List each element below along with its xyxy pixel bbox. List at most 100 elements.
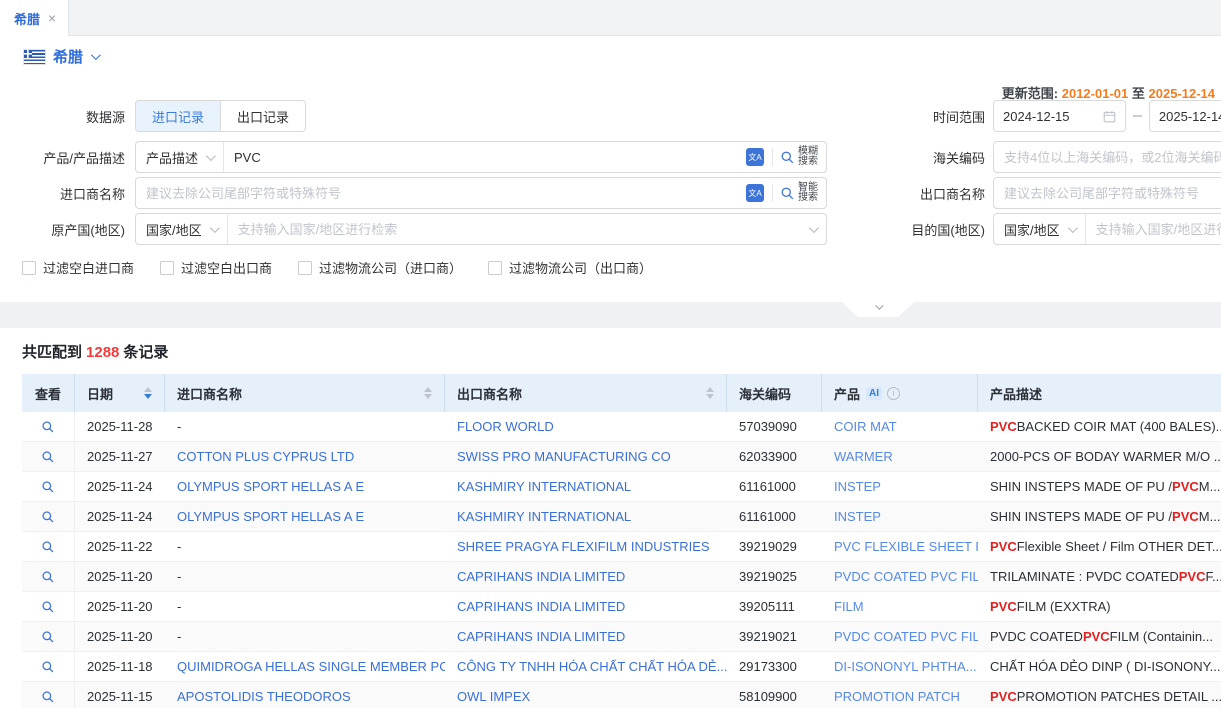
product-link[interactable]: PROMOTION PATCH: [834, 689, 960, 704]
dest-country-select[interactable]: 国家/地区: [994, 214, 1086, 244]
exporter-cell[interactable]: FLOOR WORLD: [445, 412, 727, 442]
col-hs-code: 海关编码: [727, 374, 822, 412]
checkbox-filter-blank-importer[interactable]: 过滤空白进口商: [22, 258, 134, 277]
translate-icon[interactable]: 文A: [746, 148, 764, 166]
importer-link[interactable]: APOSTOLIDIS THEODOROS: [177, 689, 351, 704]
product-type-select[interactable]: 产品描述: [136, 142, 224, 172]
date-to-picker[interactable]: 2025-12-14: [1149, 100, 1221, 132]
product-link[interactable]: PVDC COATED PVC FIL...: [834, 629, 978, 644]
importer-link[interactable]: QUIMIDROGA HELLAS SINGLE MEMBER PC: [177, 659, 445, 674]
checkbox-filter-blank-exporter[interactable]: 过滤空白出口商: [160, 258, 272, 277]
origin-country-select[interactable]: 国家/地区: [136, 214, 228, 244]
col-exporter[interactable]: 出口商名称: [445, 374, 727, 412]
view-button[interactable]: [41, 450, 55, 464]
view-button[interactable]: [41, 420, 55, 434]
product-link[interactable]: INSTEP: [834, 509, 881, 524]
hs-code-input[interactable]: [994, 142, 1221, 172]
sort-icon[interactable]: [424, 387, 434, 399]
product-link[interactable]: INSTEP: [834, 479, 881, 494]
exporter-link[interactable]: CAPRIHANS INDIA LIMITED: [457, 629, 625, 644]
exporter-cell[interactable]: SWISS PRO MANUFACTURING CO: [445, 442, 727, 472]
close-icon[interactable]: ×: [48, 11, 56, 25]
date-from-picker[interactable]: 2024-12-15: [993, 100, 1126, 132]
product-link[interactable]: FILM: [834, 599, 864, 614]
description-cell: CHẤT HÓA DẺO DINP ( DI-ISONONY...: [978, 652, 1221, 682]
product-cell[interactable]: PROMOTION PATCH: [822, 682, 978, 708]
view-cell: [22, 532, 75, 562]
importer-input[interactable]: [136, 178, 746, 208]
tab-greece[interactable]: 希腊 ×: [0, 0, 69, 36]
origin-country-input[interactable]: [228, 214, 805, 244]
product-cell[interactable]: DI-ISONONYL PHTHA...: [822, 652, 978, 682]
product-link[interactable]: PVDC COATED PVC FIL...: [834, 569, 978, 584]
date-cell: 2025-11-18: [75, 652, 165, 682]
importer-cell[interactable]: QUIMIDROGA HELLAS SINGLE MEMBER PC: [165, 652, 445, 682]
dest-country-input[interactable]: [1086, 214, 1221, 244]
exporter-cell[interactable]: OWL IMPEX: [445, 682, 727, 708]
product-link[interactable]: COIR MAT: [834, 419, 897, 434]
exporter-cell[interactable]: CAPRIHANS INDIA LIMITED: [445, 562, 727, 592]
importer-link[interactable]: OLYMPUS SPORT HELLAS A E: [177, 479, 364, 494]
exporter-link[interactable]: OWL IMPEX: [457, 689, 530, 704]
exporter-cell[interactable]: CÔNG TY TNHH HÓA CHẤT CHẤT HÓA DẺ...: [445, 652, 727, 682]
exporter-link[interactable]: CAPRIHANS INDIA LIMITED: [457, 569, 625, 584]
product-cell[interactable]: COIR MAT: [822, 412, 978, 442]
exporter-cell[interactable]: CAPRIHANS INDIA LIMITED: [445, 622, 727, 652]
exporter-cell[interactable]: CAPRIHANS INDIA LIMITED: [445, 592, 727, 622]
tab-import-records[interactable]: 进口记录: [136, 101, 220, 131]
view-button[interactable]: [41, 660, 55, 674]
view-button[interactable]: [41, 480, 55, 494]
importer-cell[interactable]: APOSTOLIDIS THEODOROS: [165, 682, 445, 708]
checkbox-filter-logistics-importer[interactable]: 过滤物流公司（进口商）: [298, 258, 462, 277]
exporter-link[interactable]: FLOOR WORLD: [457, 419, 554, 434]
checkbox-icon[interactable]: [22, 261, 36, 275]
sort-icon[interactable]: [706, 387, 716, 399]
translate-icon[interactable]: 文A: [746, 184, 764, 202]
view-button[interactable]: [41, 510, 55, 524]
exporter-link[interactable]: SHREE PRAGYA FLEXIFILM INDUSTRIES: [457, 539, 710, 554]
chevron-down-icon[interactable]: [91, 50, 101, 60]
importer-link[interactable]: OLYMPUS SPORT HELLAS A E: [177, 509, 364, 524]
product-link[interactable]: DI-ISONONYL PHTHA...: [834, 659, 977, 674]
product-link[interactable]: WARMER: [834, 449, 893, 464]
col-importer[interactable]: 进口商名称: [165, 374, 445, 412]
smart-search-button[interactable]: 智能搜索: [773, 183, 826, 203]
view-button[interactable]: [41, 630, 55, 644]
product-link[interactable]: PVC FLEXIBLE SHEET F...: [834, 539, 978, 554]
view-button[interactable]: [41, 600, 55, 614]
importer-cell[interactable]: COTTON PLUS CYPRUS LTD: [165, 442, 445, 472]
view-button[interactable]: [41, 540, 55, 554]
checkbox-icon[interactable]: [160, 261, 174, 275]
exporter-cell[interactable]: SHREE PRAGYA FLEXIFILM INDUSTRIES: [445, 532, 727, 562]
tab-export-records[interactable]: 出口记录: [220, 101, 305, 131]
product-cell[interactable]: INSTEP: [822, 502, 978, 532]
product-cell[interactable]: PVDC COATED PVC FIL...: [822, 622, 978, 652]
exporter-cell[interactable]: KASHMIRY INTERNATIONAL: [445, 472, 727, 502]
col-date[interactable]: 日期: [75, 374, 165, 412]
info-icon[interactable]: i: [887, 387, 900, 400]
exporter-link[interactable]: CÔNG TY TNHH HÓA CHẤT CHẤT HÓA DẺ...: [457, 659, 727, 674]
product-cell[interactable]: INSTEP: [822, 472, 978, 502]
product-cell[interactable]: PVDC COATED PVC FIL...: [822, 562, 978, 592]
importer-link[interactable]: COTTON PLUS CYPRUS LTD: [177, 449, 354, 464]
product-input[interactable]: [224, 142, 746, 172]
exporter-link[interactable]: KASHMIRY INTERNATIONAL: [457, 479, 631, 494]
product-cell[interactable]: FILM: [822, 592, 978, 622]
product-cell[interactable]: WARMER: [822, 442, 978, 472]
exporter-input[interactable]: [994, 178, 1221, 208]
checkbox-filter-logistics-exporter[interactable]: 过滤物流公司（出口商）: [488, 258, 652, 277]
product-cell[interactable]: PVC FLEXIBLE SHEET F...: [822, 532, 978, 562]
view-button[interactable]: [41, 690, 55, 704]
checkbox-icon[interactable]: [298, 261, 312, 275]
exporter-link[interactable]: CAPRIHANS INDIA LIMITED: [457, 599, 625, 614]
exporter-link[interactable]: SWISS PRO MANUFACTURING CO: [457, 449, 671, 464]
checkbox-icon[interactable]: [488, 261, 502, 275]
exporter-cell[interactable]: KASHMIRY INTERNATIONAL: [445, 502, 727, 532]
importer-cell[interactable]: OLYMPUS SPORT HELLAS A E: [165, 472, 445, 502]
sort-icon[interactable]: [144, 387, 154, 399]
view-button[interactable]: [41, 570, 55, 584]
fuzzy-search-button[interactable]: 模糊搜索: [773, 147, 826, 167]
importer-cell[interactable]: OLYMPUS SPORT HELLAS A E: [165, 502, 445, 532]
date-to-value: 2025-12-14: [1159, 109, 1221, 124]
exporter-link[interactable]: KASHMIRY INTERNATIONAL: [457, 509, 631, 524]
